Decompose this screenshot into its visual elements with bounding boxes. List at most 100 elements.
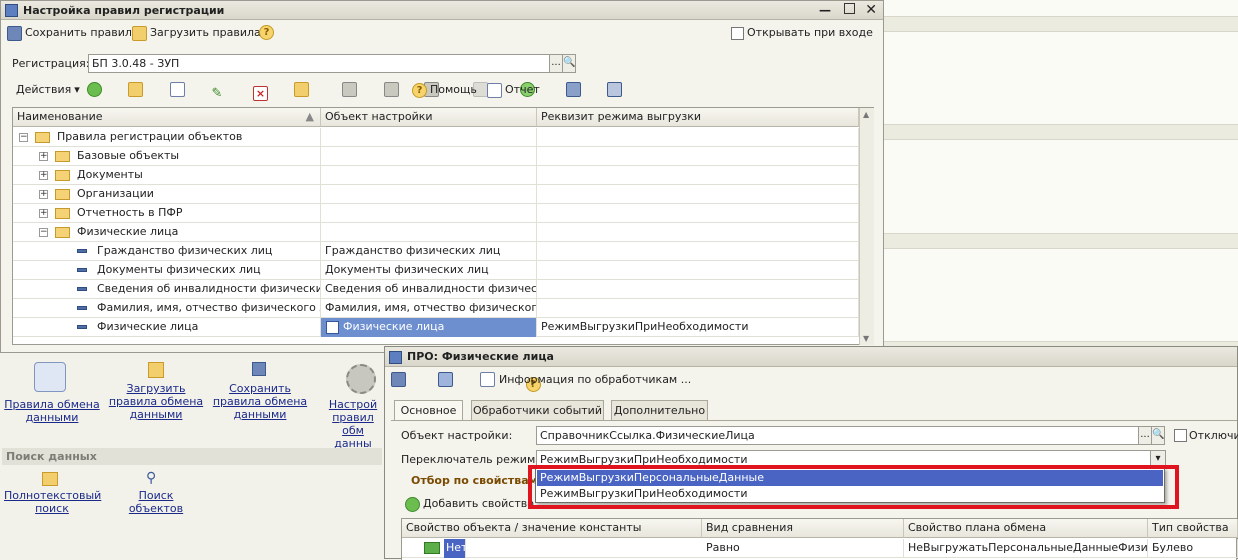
- column-header-comparison[interactable]: Вид сравнения: [702, 519, 904, 538]
- table-row[interactable]: − Правила регистрации объектов: [13, 128, 859, 147]
- exchange-rules-link[interactable]: Правила обмена данными: [4, 398, 100, 424]
- disable-checkbox[interactable]: [1174, 429, 1187, 442]
- registration-select-button[interactable]: ...: [549, 54, 563, 73]
- column-header-object[interactable]: Объект настройки: [321, 108, 537, 127]
- row-object-selected[interactable]: Физические лица: [321, 318, 537, 337]
- filter-icon[interactable]: [342, 82, 357, 97]
- delete-icon[interactable]: ×: [253, 86, 268, 101]
- scroll-up-icon[interactable]: ▲: [863, 110, 869, 119]
- column-header-plan-property[interactable]: Свойство плана обмена: [904, 519, 1148, 538]
- gear-icon: [346, 364, 376, 394]
- help-button[interactable]: ?: [259, 25, 274, 40]
- table-row[interactable]: + Базовые объекты: [13, 147, 859, 166]
- add-icon: [405, 496, 420, 512]
- folder-icon: [55, 208, 70, 219]
- expand-icon[interactable]: +: [39, 190, 48, 199]
- check-all-icon[interactable]: [565, 82, 581, 97]
- fulltext-search-link[interactable]: Полнотекстовый поиск: [4, 489, 101, 515]
- open-on-start-checkbox[interactable]: Открывать при входе: [731, 25, 873, 41]
- expand-icon[interactable]: +: [39, 209, 48, 218]
- column-header-property[interactable]: Свойство объекта / значение константы: [402, 519, 702, 538]
- row-name: Отчетность в ПФР: [73, 204, 321, 223]
- handlers-info-link[interactable]: Информация по обработчикам ...: [499, 373, 691, 386]
- expand-icon[interactable]: +: [39, 171, 48, 180]
- rules-settings-link[interactable]: Настрой правил обм данны: [322, 398, 384, 450]
- move-to-group-icon[interactable]: [293, 82, 309, 97]
- edit-icon[interactable]: ✎: [212, 86, 227, 101]
- tab-main[interactable]: Основное: [394, 400, 463, 421]
- chevron-down-icon: ▾: [74, 83, 80, 96]
- add-group-icon[interactable]: [127, 82, 143, 97]
- row-plan-property: НеВыгружатьПерсональныеДанныеФизиче...: [904, 539, 1148, 558]
- tab-divider: [391, 420, 1237, 421]
- object-input[interactable]: СправочникСсылка.ФизическиеЛица: [536, 426, 1139, 445]
- minimize-icon[interactable]: —: [819, 1, 831, 20]
- table-row[interactable]: Сведения об инвалидности физических л...…: [13, 280, 859, 299]
- folder-icon: [55, 189, 70, 200]
- maximize-icon[interactable]: [844, 3, 855, 14]
- add-property-button[interactable]: Добавить свойство: [405, 496, 534, 512]
- row-attribute: [537, 166, 859, 185]
- row-name: Гражданство физических лиц: [93, 242, 321, 261]
- actions-label: Действия: [16, 83, 72, 96]
- table-row-selected[interactable]: Физические лица Физические лица РежимВыг…: [13, 318, 859, 337]
- row-attribute: РежимВыгрузкиПриНеобходимости: [537, 318, 859, 337]
- table-row[interactable]: Фамилия, имя, отчество физического ли...…: [13, 299, 859, 318]
- background-stripe: [884, 124, 1238, 140]
- row-object: Фамилия, имя, отчество физического ...: [321, 299, 537, 318]
- registration-search-icon[interactable]: 🔍: [562, 54, 576, 73]
- close-icon[interactable]: ✕: [865, 1, 877, 20]
- scroll-down-icon[interactable]: ▼: [863, 334, 869, 343]
- table-row[interactable]: + Организации: [13, 185, 859, 204]
- object-search-link[interactable]: Поиск объектов: [110, 489, 202, 515]
- collapse-icon[interactable]: −: [39, 228, 48, 237]
- column-header-type[interactable]: Тип свойства: [1148, 519, 1238, 538]
- help-link-button[interactable]: ? Помощь: [412, 82, 477, 98]
- fulltext-search-icon: [42, 472, 58, 486]
- uncheck-all-icon[interactable]: [607, 82, 622, 97]
- column-header-name[interactable]: Наименование ▲: [13, 108, 321, 127]
- constant-icon: [424, 542, 440, 554]
- vertical-scrollbar[interactable]: ▲ ▼: [859, 108, 874, 345]
- table-row[interactable]: + Документы: [13, 166, 859, 185]
- collapse-icon[interactable]: −: [19, 133, 28, 142]
- save-close-icon[interactable]: [437, 372, 453, 387]
- copy-icon[interactable]: [170, 82, 185, 97]
- object-select-button[interactable]: ...: [1138, 426, 1152, 445]
- registration-input[interactable]: БП 3.0.48 - ЗУП: [88, 54, 550, 73]
- filter-by-value-icon[interactable]: [383, 82, 399, 97]
- load-rules-label: Загрузить правила: [150, 26, 261, 39]
- folder-icon: [55, 227, 70, 238]
- expand-icon[interactable]: +: [39, 152, 48, 161]
- table-row[interactable]: Документы физических лиц Документы физич…: [13, 261, 859, 280]
- row-name: Физические лица: [73, 223, 321, 242]
- background-stripe: [884, 16, 1238, 32]
- save-rules-button[interactable]: Сохранить правила: [7, 25, 139, 41]
- table-row[interactable]: − Физические лица: [13, 223, 859, 242]
- object-search-icon[interactable]: 🔍: [1151, 426, 1165, 445]
- exit-icon[interactable]: [391, 372, 406, 387]
- disable-label: Отключит: [1189, 429, 1238, 442]
- tab-event-handlers[interactable]: Обработчики событий: [471, 400, 604, 420]
- registration-rules-window: Настройка правил регистрации — ✕ Сохрани…: [0, 0, 884, 353]
- table-row[interactable]: Нет Равно НеВыгружатьПерсональныеДанныеФ…: [402, 539, 1238, 558]
- copy-icon[interactable]: [480, 372, 495, 387]
- table-row[interactable]: + Отчетность в ПФР: [13, 204, 859, 223]
- column-header-attribute[interactable]: Реквизит режима выгрузки: [537, 108, 859, 127]
- report-button[interactable]: Отчет: [487, 82, 540, 98]
- load-icon: [132, 25, 147, 41]
- load-rules-icon: [148, 362, 164, 378]
- add-icon[interactable]: [87, 82, 102, 97]
- actions-menu[interactable]: Действия ▾: [16, 82, 80, 98]
- load-exchange-rules-link[interactable]: Загрузить правила обмена данными: [108, 382, 204, 421]
- filter-title: Отбор по свойствам: [411, 474, 538, 487]
- table-row[interactable]: Гражданство физических лиц Гражданство ф…: [13, 242, 859, 261]
- object-search-icon: ⚲: [146, 470, 157, 486]
- row-name: Организации: [73, 185, 321, 204]
- rule-icon: [77, 325, 87, 329]
- tab-additional[interactable]: Дополнительно: [611, 400, 708, 420]
- row-value[interactable]: Нет: [444, 539, 466, 558]
- catalog-icon: [326, 321, 339, 334]
- load-rules-button[interactable]: Загрузить правила: [132, 25, 261, 41]
- save-exchange-rules-link[interactable]: Сохранить правила обмена данными: [212, 382, 308, 421]
